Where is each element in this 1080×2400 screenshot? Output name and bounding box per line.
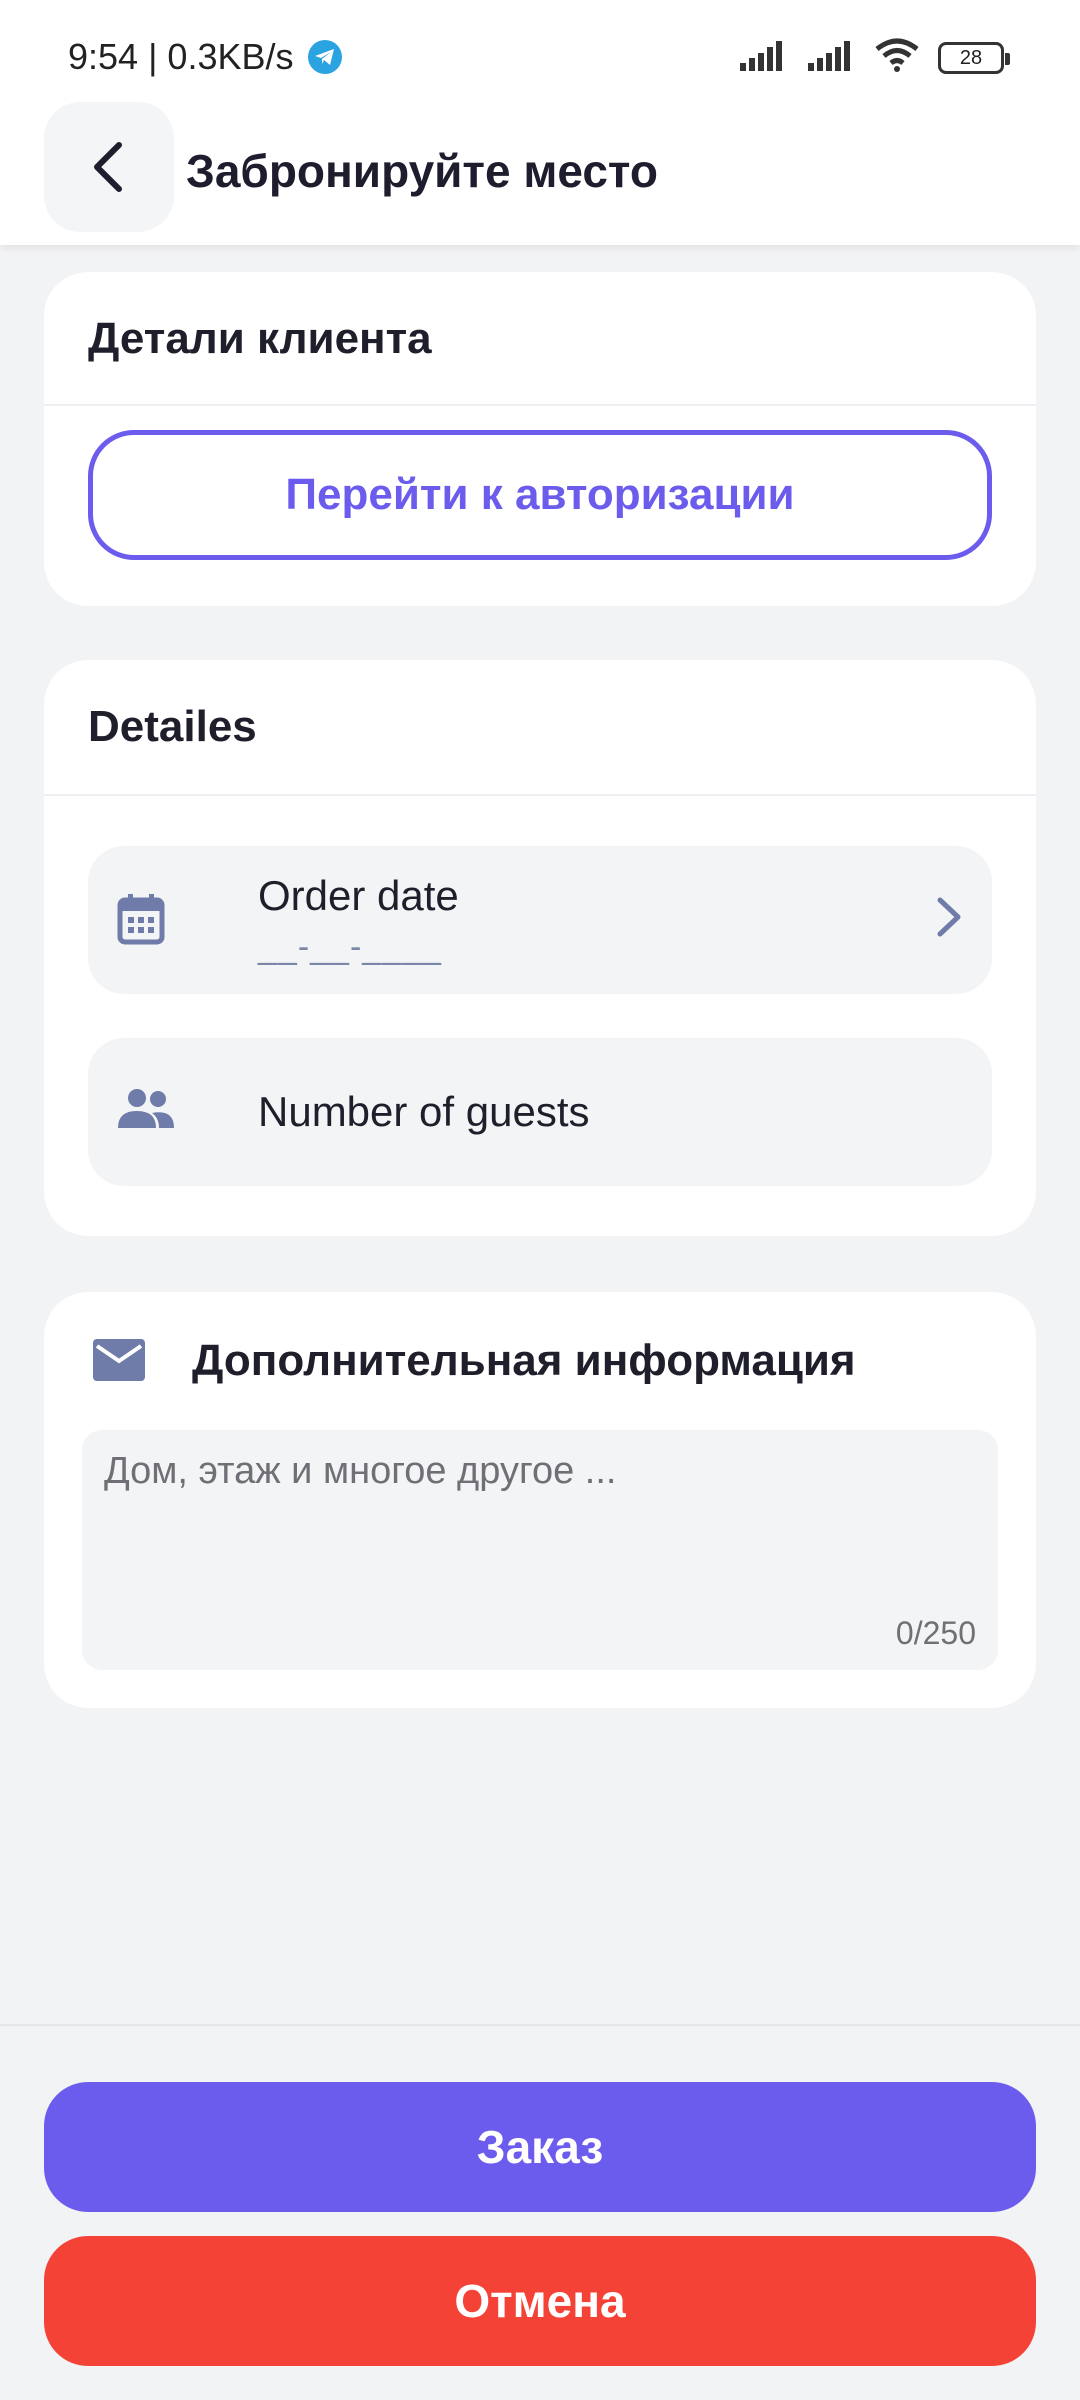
client-details-card: Детали клиента Перейти к авторизации — [44, 272, 1036, 606]
status-icons: 28 — [738, 38, 1010, 77]
order-date-value: __-__-____ — [258, 928, 442, 966]
bottom-actions: Заказ Отмена — [0, 2024, 1080, 2400]
calendar-icon — [116, 892, 166, 951]
signal-icon — [738, 39, 788, 76]
guests-label: Number of guests — [258, 1088, 590, 1135]
mail-icon — [92, 1338, 146, 1387]
battery-icon: 28 — [938, 41, 1010, 74]
telegram-icon — [307, 40, 342, 74]
page-title: Забронируйте место — [186, 145, 658, 197]
chevron-left-icon — [94, 142, 122, 192]
back-button[interactable] — [44, 102, 174, 232]
signal-icon-2 — [806, 39, 856, 76]
cancel-button[interactable]: Отмена — [44, 2236, 1036, 2366]
wifi-icon — [874, 38, 920, 77]
order-button[interactable]: Заказ — [44, 2082, 1036, 2212]
guests-field[interactable]: Number of guests — [88, 1038, 992, 1186]
go-to-auth-button[interactable]: Перейти к авторизации — [88, 430, 992, 560]
additional-info-textarea[interactable]: Дом, этаж и многое другое ... 0/250 — [82, 1430, 998, 1670]
details-card: Detailes Order date __-__-____ Number of… — [44, 660, 1036, 1236]
status-bar: 9:54 | 0.3KB/s 28 — [0, 0, 1080, 100]
people-icon — [116, 1088, 176, 1135]
divider — [44, 794, 1036, 796]
top-app-bar: Забронируйте место — [0, 100, 1080, 245]
status-left: 9:54 | 0.3KB/s — [68, 36, 342, 78]
order-date-field[interactable]: Order date __-__-____ — [88, 846, 992, 994]
chevron-right-icon — [934, 894, 964, 945]
textarea-placeholder: Дом, этаж и многое другое ... — [104, 1450, 617, 1492]
status-time-speed: 9:54 | 0.3KB/s — [68, 36, 294, 77]
divider — [44, 404, 1036, 406]
client-details-title: Детали клиента — [88, 314, 432, 363]
additional-info-card: Дополнительная информация Дом, этаж и мн… — [44, 1292, 1036, 1708]
details-title: Detailes — [88, 702, 257, 751]
order-date-label: Order date — [258, 872, 459, 919]
char-counter: 0/250 — [895, 1615, 976, 1651]
additional-info-title: Дополнительная информация — [192, 1336, 856, 1385]
